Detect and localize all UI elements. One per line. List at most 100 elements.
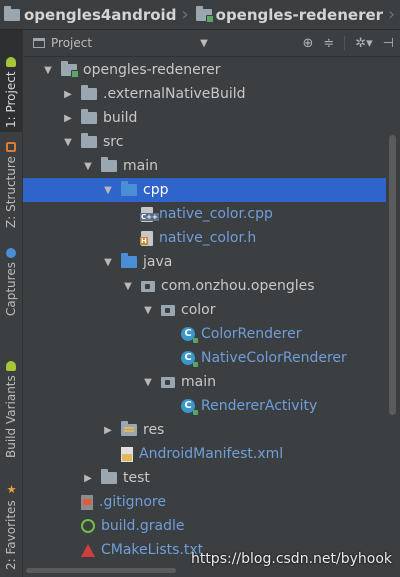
xml-file-icon <box>121 446 133 462</box>
tree-item-label: NativeColorRenderer <box>201 350 347 366</box>
tree-item-label: main <box>181 374 216 390</box>
tree-item-label: cpp <box>143 182 169 198</box>
tree-item-label: color <box>181 302 216 318</box>
project-view-selector[interactable]: Project <box>51 36 92 50</box>
tree-row[interactable]: ▼ opengles-redenerer <box>23 58 386 82</box>
tool-window-favorites[interactable]: 2: Favorites ★ <box>0 474 22 574</box>
watermark: https://blog.csdn.net/byhook <box>190 551 392 567</box>
tree-item-label: .gitignore <box>99 494 166 510</box>
class-icon: C <box>181 351 198 367</box>
collapse-all-icon[interactable]: ≑ <box>323 36 334 51</box>
tree-row[interactable]: ▼ main <box>23 370 386 394</box>
tool-window-project[interactable]: 1: Project <box>0 30 22 132</box>
tool-window-label: Captures <box>4 262 18 316</box>
android-icon <box>6 57 16 68</box>
folder-icon <box>101 469 117 484</box>
tree-row[interactable]: ▼ color <box>23 298 386 322</box>
tree-item-label: native_color.h <box>159 230 257 246</box>
folder-icon <box>4 5 20 21</box>
tree-row[interactable]: ▼ java <box>23 250 386 274</box>
expand-arrow-icon[interactable]: ▼ <box>81 161 95 172</box>
expand-arrow-icon[interactable]: ▼ <box>121 281 135 292</box>
gradle-file-icon <box>81 519 95 533</box>
header-file-icon: H <box>140 230 153 246</box>
tree-row[interactable]: ▼ main <box>23 154 386 178</box>
tree-row[interactable]: ▶build.gradle <box>23 514 386 538</box>
expand-arrow-icon[interactable]: ▼ <box>61 137 75 148</box>
vertical-scrollbar[interactable] <box>389 135 396 415</box>
tree-item-label: native_color.cpp <box>159 206 273 222</box>
folder-icon <box>81 85 97 100</box>
tree-item-label: main <box>123 158 158 174</box>
tree-item-label: java <box>143 254 173 270</box>
toolbar-divider <box>344 36 346 50</box>
breadcrumb-label: opengles4android <box>24 5 177 24</box>
expand-arrow-icon[interactable]: ▼ <box>141 305 155 316</box>
tree-row[interactable]: ▼ com.onzhou.opengles <box>23 274 386 298</box>
tree-row[interactable]: ▶AndroidManifest.xml <box>23 442 386 466</box>
tree-item-label: opengles-redenerer <box>83 62 221 78</box>
tree-row[interactable]: ▼ src <box>23 130 386 154</box>
camera-icon <box>6 248 16 259</box>
chevron-right-icon: › <box>181 4 189 25</box>
folder-icon <box>101 157 117 172</box>
expand-arrow-icon[interactable]: ▼ <box>101 185 115 196</box>
target-icon[interactable]: ⊕ <box>302 36 313 51</box>
tree-row[interactable]: ▶C++native_color.cpp <box>23 202 386 226</box>
chevron-right-icon: › <box>388 4 396 25</box>
source-folder-icon <box>121 181 137 196</box>
structure-icon <box>6 142 16 153</box>
horizontal-scrollbar[interactable] <box>26 568 176 573</box>
breadcrumb-item-module[interactable]: opengles-redenerer <box>192 5 384 24</box>
expand-arrow-icon[interactable]: ▼ <box>101 257 115 268</box>
package-icon <box>161 304 175 316</box>
expand-arrow-icon[interactable]: ▼ <box>141 377 155 388</box>
triangle-down-icon[interactable]: ▼ <box>200 38 208 49</box>
tree-item-label: build <box>103 110 138 126</box>
folder-icon <box>81 109 97 124</box>
collapse-arrow-icon[interactable]: ▶ <box>101 425 115 436</box>
collapse-arrow-icon[interactable]: ▶ <box>61 113 75 124</box>
package-icon <box>161 376 175 388</box>
tree-row[interactable]: ▶Hnative_color.h <box>23 226 386 250</box>
class-icon: C <box>181 399 198 415</box>
tree-row[interactable]: ▶.gitignore <box>23 490 386 514</box>
expand-arrow-icon[interactable]: ▼ <box>41 65 55 76</box>
tool-window-label: Z: Structure <box>4 156 18 228</box>
module-folder-icon <box>61 61 79 78</box>
tree-item-label: com.onzhou.opengles <box>161 278 315 294</box>
tree-row[interactable]: ▶ build <box>23 106 386 130</box>
tool-window-strip: 1: Project Z: Structure Captures Build V… <box>0 30 23 577</box>
tool-window-label: Build Variants <box>4 375 18 458</box>
collapse-arrow-icon[interactable]: ▶ <box>61 89 75 100</box>
tree-row[interactable]: ▶ .externalNativeBuild <box>23 82 386 106</box>
tool-window-build-variants[interactable]: Build Variants <box>0 350 22 462</box>
module-folder-icon <box>195 5 214 23</box>
collapse-arrow-icon[interactable]: ▶ <box>81 473 95 484</box>
cmake-file-icon <box>81 543 95 557</box>
source-folder-icon <box>121 253 137 268</box>
resource-folder-icon <box>121 421 137 436</box>
tool-window-label: 2: Favorites <box>4 500 18 570</box>
breadcrumb-item-root[interactable]: opengles4android <box>0 5 177 24</box>
tree-row[interactable]: ▶CNativeColorRenderer <box>23 346 386 370</box>
tool-window-structure[interactable]: Z: Structure <box>0 134 22 232</box>
tree-item-label: AndroidManifest.xml <box>139 446 284 462</box>
tree-item-label: test <box>123 470 150 486</box>
android-icon <box>6 361 16 372</box>
project-panel-header: Project ▼ ⊕ ≑ ✲▾ ⊣ <box>23 30 400 57</box>
tool-window-label: 1: Project <box>4 71 18 128</box>
tool-window-captures[interactable]: Captures <box>0 234 22 320</box>
tree-item-label: CMakeLists.txt <box>101 542 204 558</box>
breadcrumb-label: opengles-redenerer <box>215 5 384 24</box>
project-tree: ▼ opengles-redenerer ▶ .externalNativeBuild… <box>23 58 386 564</box>
tree-row[interactable]: ▶CRendererActivity <box>23 394 386 418</box>
gear-icon[interactable]: ✲▾ <box>355 36 372 51</box>
tree-row[interactable]: ▶ res <box>23 418 386 442</box>
tree-row[interactable]: ▶CColorRenderer <box>23 322 386 346</box>
star-icon: ★ <box>5 483 18 497</box>
tree-row[interactable]: ▼ cpp <box>23 178 386 202</box>
tree-row[interactable]: ▶ test <box>23 466 386 490</box>
tree-item-label: .externalNativeBuild <box>103 86 246 102</box>
hide-icon[interactable]: ⊣ <box>383 36 394 51</box>
